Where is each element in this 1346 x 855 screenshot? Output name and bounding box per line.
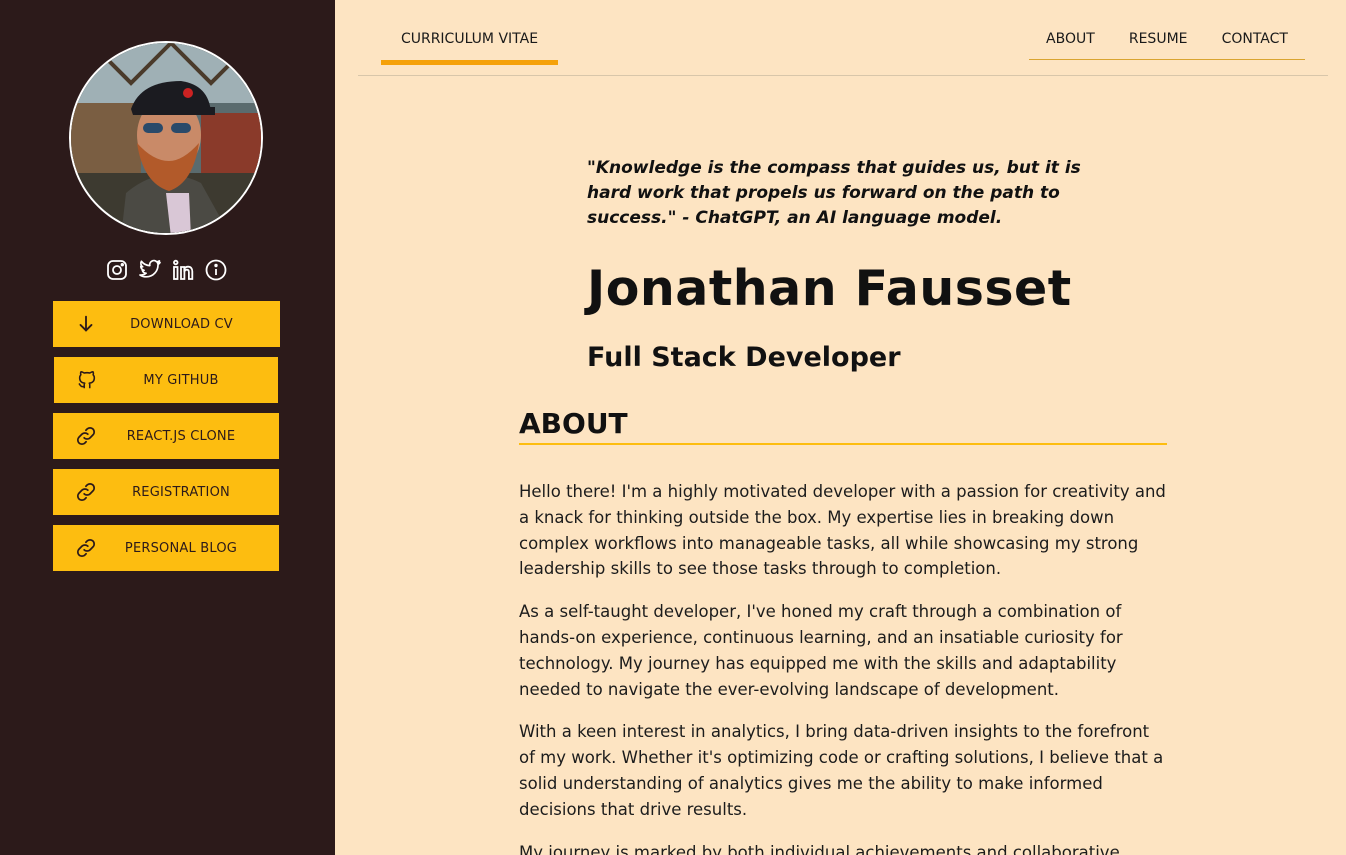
tab-curriculum-vitae[interactable]: CURRICULUM VITAE: [381, 31, 558, 65]
arrow-down-icon: [75, 313, 97, 335]
about-section: Hello there! I'm a highly motivated deve…: [519, 479, 1167, 855]
github-icon: [76, 369, 98, 391]
quote: "Knowledge is the compass that guides us…: [587, 158, 1081, 228]
link-icon: [75, 425, 97, 447]
link-icon: [75, 481, 97, 503]
linkedin-icon[interactable]: [171, 258, 195, 282]
about-paragraph: With a keen interest in analytics, I bri…: [519, 722, 1164, 819]
registration-button[interactable]: REGISTRATION: [53, 469, 279, 515]
download-cv-button[interactable]: DOWNLOAD CV: [53, 301, 280, 347]
about-paragraph: As a self-taught developer, I've honed m…: [519, 602, 1123, 699]
nav-resume[interactable]: RESUME: [1129, 31, 1188, 59]
job-title: Full Stack Developer: [587, 342, 901, 373]
sidebar: DOWNLOAD CV MY GITHUB REACT.JS CLONE REG…: [0, 0, 335, 855]
avatar: [69, 41, 263, 235]
top-nav: ABOUT RESUME CONTACT: [1029, 31, 1305, 60]
header-divider: [358, 75, 1328, 76]
about-heading: ABOUT: [519, 407, 1167, 445]
personal-blog-button[interactable]: PERSONAL BLOG: [53, 525, 279, 571]
nav-contact[interactable]: CONTACT: [1222, 31, 1288, 59]
page-title: Jonathan Fausset: [587, 260, 1072, 317]
about-paragraph: Hello there! I'm a highly motivated deve…: [519, 482, 1166, 579]
nav-about[interactable]: ABOUT: [1046, 31, 1095, 59]
social-links: [105, 258, 228, 282]
instagram-icon[interactable]: [105, 258, 129, 282]
info-icon[interactable]: [204, 258, 228, 282]
react-clone-button[interactable]: REACT.JS CLONE: [53, 413, 279, 459]
about-paragraph: My journey is marked by both individual …: [519, 842, 1120, 855]
github-button[interactable]: MY GITHUB: [54, 357, 278, 403]
twitter-icon[interactable]: [138, 258, 162, 282]
link-icon: [75, 537, 97, 559]
